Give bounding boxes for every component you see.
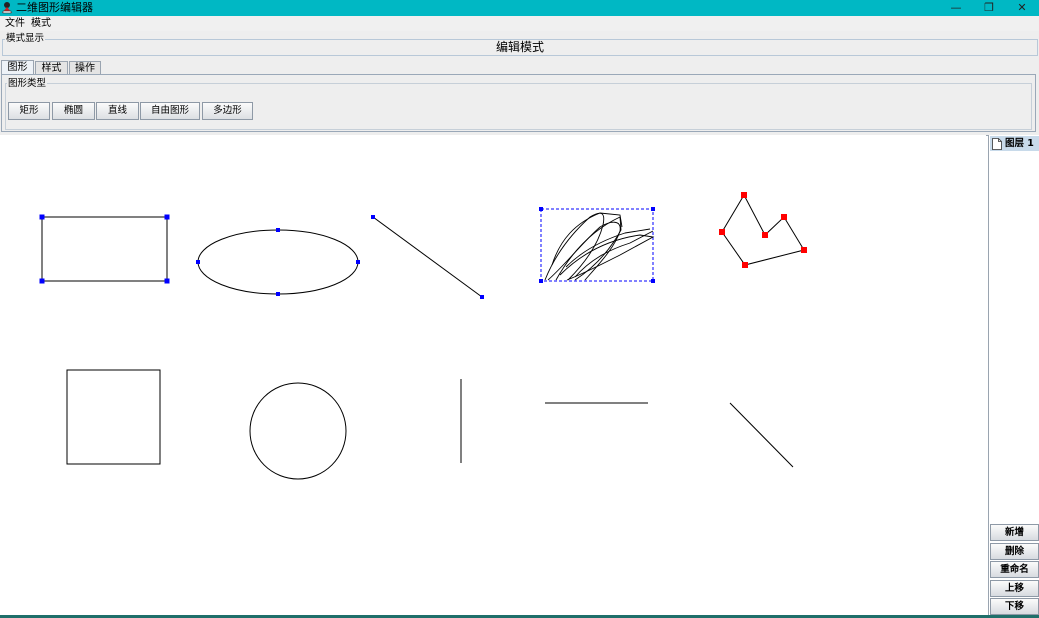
line-shape[interactable]: [371, 215, 484, 299]
shape-type-group: 矩形 椭圆 直线 自由图形 多边形: [5, 83, 1032, 130]
tab-content: 矩形 椭圆 直线 自由图形 多边形 图形类型: [1, 74, 1036, 132]
top-panel: 编辑模式 模式显示 图形 样式 操作 矩形 椭圆 直线 自由图形 多边形 图形类…: [0, 31, 1039, 135]
move-down-button[interactable]: 下移: [990, 598, 1039, 615]
polygon-button[interactable]: 多边形: [202, 102, 253, 120]
rectangle-shape[interactable]: [39, 214, 170, 284]
close-icon: ✕: [1017, 1, 1027, 14]
document-icon: [992, 138, 1002, 150]
menu-mode[interactable]: 模式: [29, 17, 53, 30]
minimize-icon: —: [950, 1, 962, 14]
add-layer-button[interactable]: 新增: [990, 524, 1039, 541]
menu-file[interactable]: 文件: [3, 17, 27, 30]
delete-layer-button[interactable]: 删除: [990, 543, 1039, 560]
circle-shape[interactable]: [249, 382, 347, 480]
freehand-button[interactable]: 自由图形: [140, 102, 200, 120]
menu-bar: 文件 模式: [0, 16, 1039, 31]
mode-display-label: 模式显示: [5, 33, 46, 44]
diagonal-line-shape[interactable]: [729, 402, 794, 468]
tab-shapes[interactable]: 图形: [1, 60, 34, 75]
tab-operation[interactable]: 操作: [69, 61, 101, 74]
shape-type-label: 图形类型: [7, 78, 48, 89]
move-up-button[interactable]: 上移: [990, 580, 1039, 597]
square-shape[interactable]: [66, 369, 161, 465]
freehand-shape[interactable]: [539, 207, 655, 283]
rename-layer-button[interactable]: 重命名: [990, 561, 1039, 578]
tab-style[interactable]: 样式: [35, 61, 68, 74]
ellipse-shape[interactable]: [196, 228, 360, 296]
restore-button[interactable]: ❐: [972, 0, 1006, 16]
line-button[interactable]: 直线: [96, 102, 139, 120]
layer-panel: 图层 1 新增 删除 重命名 上移 下移: [988, 135, 1039, 616]
close-button[interactable]: ✕: [1005, 0, 1039, 16]
app-icon: [2, 2, 12, 14]
rectangle-button[interactable]: 矩形: [8, 102, 50, 120]
mode-text: 编辑模式: [495, 40, 544, 54]
drawing-canvas[interactable]: [0, 135, 986, 616]
layer-item[interactable]: 图层 1: [990, 136, 1039, 151]
minimize-button[interactable]: —: [939, 0, 973, 16]
layer-name: 图层 1: [1005, 138, 1034, 149]
ellipse-button[interactable]: 椭圆: [52, 102, 95, 120]
title-bar: 二维图形编辑器 — ❐ ✕: [0, 0, 1039, 16]
window-title: 二维图形编辑器: [16, 1, 93, 14]
polygon-shape[interactable]: [719, 192, 807, 268]
mode-display-group: 编辑模式: [2, 39, 1038, 56]
restore-icon: ❐: [984, 1, 994, 14]
